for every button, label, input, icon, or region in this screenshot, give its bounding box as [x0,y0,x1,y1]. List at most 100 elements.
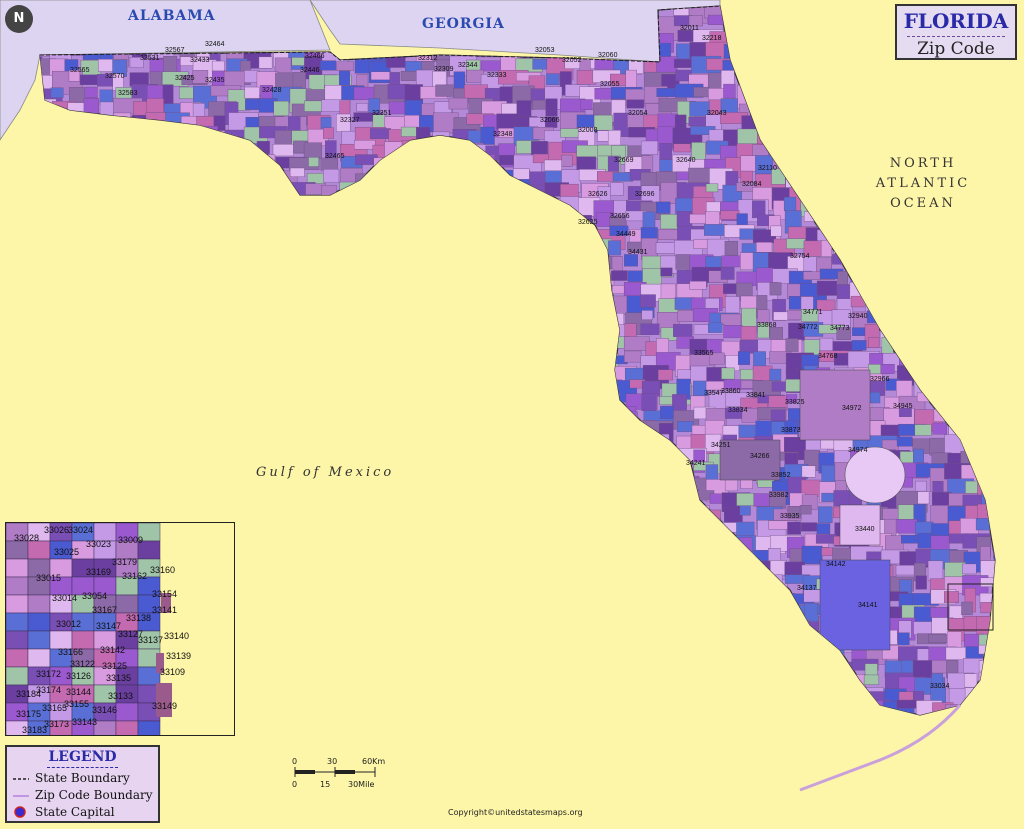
zip-region [932,391,956,408]
zip-region [819,786,832,800]
zip-region [835,6,849,26]
zip-region [514,424,539,435]
zip-region [640,438,660,452]
zip-region [389,560,416,584]
zip-region [434,492,461,506]
zip-region [609,495,637,508]
zip-region [303,284,324,296]
zip-region [931,761,949,785]
zip-region [371,574,392,589]
zip-region [225,154,253,172]
zip-region [481,647,504,662]
zip-region [164,411,183,423]
zip-region [710,770,732,786]
zip-region [867,239,896,258]
zip-region [433,576,466,588]
zip-region [629,675,656,699]
zip-region [112,294,136,306]
zip-region [754,729,779,746]
zip-region [463,577,477,598]
zip-region [625,816,653,829]
zip-region [418,196,444,215]
zip-region [6,450,19,467]
zip-region [290,354,317,372]
zip-region [993,618,995,636]
zip-region [417,156,438,167]
zip-region [100,144,124,156]
zip-region [324,396,340,408]
zip-region [275,395,306,416]
zip-region [709,493,722,504]
zip-region [512,213,540,234]
zip-region [420,311,438,325]
zip-region [1,257,23,276]
zip-region [404,215,432,234]
zip-region [147,255,165,279]
zip-region [40,380,50,395]
zip-region [22,354,38,367]
zip-region [291,438,311,462]
zip-label: 33982 [769,492,789,499]
zip-region [469,338,494,363]
zip-region [515,186,533,210]
zip-region [372,279,386,301]
zip-region [451,466,471,492]
zip-region [677,616,693,630]
zip-region [405,731,436,745]
zip-region [389,322,411,334]
zip-region [723,643,748,661]
zip-region [850,240,866,263]
zip-region [515,491,541,502]
zip-region [708,546,727,571]
zip-region [657,369,673,381]
zip-region [258,645,288,659]
zip-region [1013,801,1024,814]
zip-region [325,729,353,744]
zip-region [261,495,286,518]
zip-region [821,547,834,556]
inset-zip-label: 33028 [14,533,40,543]
zip-label: 32466 [305,53,325,60]
zip-region [978,112,995,130]
zip-region [644,673,656,696]
zip-region [276,687,296,698]
zip-region [515,578,533,588]
zip-region [1013,127,1024,137]
zip-region [212,462,232,478]
zip-region [355,686,385,704]
zip-label: 32464 [205,41,225,48]
zip-region [181,803,212,817]
zip-region [96,252,114,272]
zip-region [40,197,65,210]
zip-region [708,688,721,711]
zip-region [389,168,409,191]
zip-region [672,702,686,715]
zip-region [292,507,306,527]
zip-region [656,201,671,214]
zip-region [258,521,273,542]
zip-region [820,154,841,172]
zip-region [448,187,472,207]
zip-region [741,790,765,810]
zip-region [966,815,980,828]
inset-zip-label: 33138 [126,613,152,623]
zip-region [562,466,595,476]
zip-region [465,182,494,205]
zip-region [353,271,371,280]
zip-region [40,476,65,489]
zip-region [418,184,449,196]
zip-region [917,215,931,233]
zip-region [975,713,988,715]
zip-region [176,299,197,313]
inset-zip-region [6,594,29,614]
zip-region [640,734,655,754]
zip-region [848,18,881,32]
zip-region [913,715,929,736]
zip-region [304,100,324,112]
zip-region [497,294,510,319]
zip-region [561,643,583,656]
zip-region [656,466,674,478]
zip-region [546,604,577,613]
zip-region [529,299,551,317]
dashed-line-icon [13,778,29,780]
